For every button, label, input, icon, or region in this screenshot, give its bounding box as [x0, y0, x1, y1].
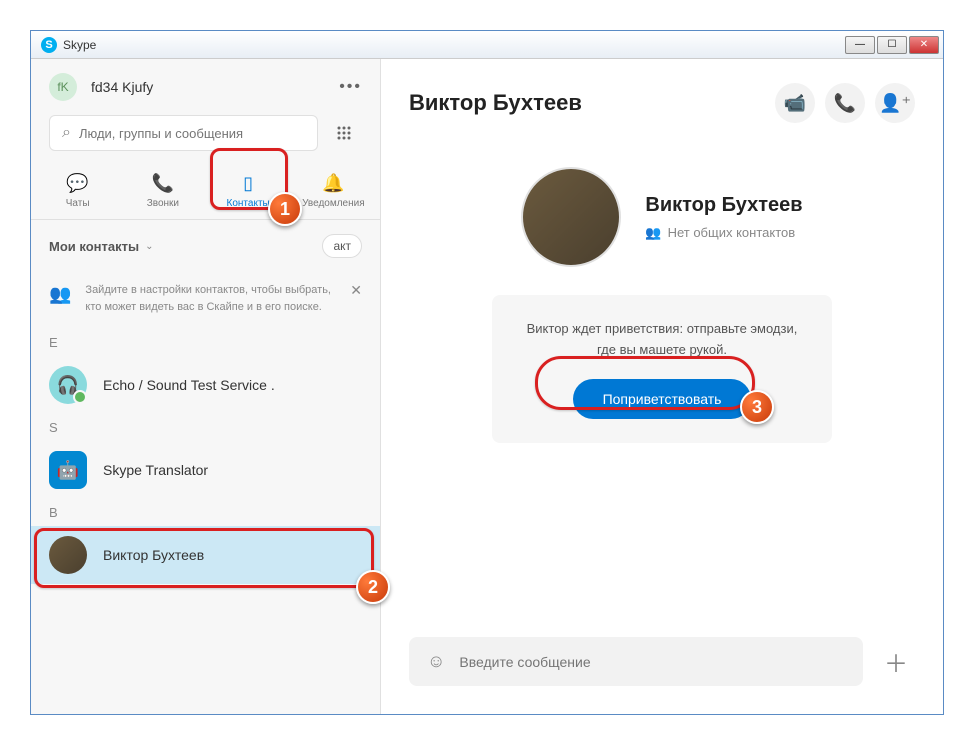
titlebar: S Skype — ☐ ✕	[31, 31, 943, 59]
new-contact-button[interactable]: акт	[322, 234, 362, 258]
bell-icon: 🔔	[295, 173, 372, 194]
tab-notifications[interactable]: 🔔 Уведомления	[291, 163, 376, 219]
dialpad-icon	[336, 125, 352, 141]
profile-row: fK fd34 Kjufy •••	[31, 59, 380, 115]
chevron-down-icon[interactable]: ⌄	[145, 241, 153, 252]
app-window: S Skype — ☐ ✕ fK fd34 Kjufy ••• ⌕	[30, 30, 944, 715]
close-button[interactable]: ✕	[909, 36, 939, 54]
tip-box: 👥 Зайдите в настройки контактов, чтобы в…	[31, 272, 380, 329]
annotation-marker-3: 3	[740, 390, 774, 424]
viktor-avatar	[49, 536, 87, 574]
contacts-icon: ▯	[210, 173, 287, 194]
composer: ☺ ＋	[381, 617, 943, 714]
dialpad-button[interactable]	[326, 115, 362, 151]
add-person-button[interactable]: 👤⁺	[875, 83, 915, 123]
compose-box[interactable]: ☺	[409, 637, 863, 686]
main-panel: Виктор Бухтеев 📹 📞 👤⁺ Виктор Бухтеев 👥 Н…	[381, 59, 943, 714]
tabs: 💬 Чаты 📞 Звонки ▯ Контакты 🔔 Уведомления	[31, 163, 380, 220]
window-title: Skype	[63, 38, 96, 52]
contact-echo[interactable]: 🎧 Echo / Sound Test Service .	[31, 356, 380, 414]
translator-avatar: 🤖	[49, 451, 87, 489]
sidebar: fK fd34 Kjufy ••• ⌕ 💬 Чаты	[31, 59, 381, 714]
plus-icon: ＋	[884, 644, 908, 679]
letter-header-s: S	[31, 414, 380, 441]
minimize-button[interactable]: —	[845, 36, 875, 54]
greet-button[interactable]: Поприветствовать	[573, 379, 752, 419]
add-attachment-button[interactable]: ＋	[877, 643, 915, 681]
greeting-text: Виктор ждет приветствия: отправьте эмодз…	[520, 319, 804, 361]
section-title: Мои контакты	[49, 239, 139, 254]
echo-avatar: 🎧	[49, 366, 87, 404]
annotation-marker-1: 1	[268, 192, 302, 226]
people-icon: 👥	[49, 284, 71, 305]
chat-title: Виктор Бухтеев	[409, 90, 582, 116]
profile-name: Виктор Бухтеев	[645, 194, 802, 217]
audio-call-button[interactable]: 📞	[825, 83, 865, 123]
contact-translator[interactable]: 🤖 Skype Translator	[31, 441, 380, 499]
video-icon: 📹	[784, 93, 806, 114]
video-call-button[interactable]: 📹	[775, 83, 815, 123]
emoji-button[interactable]: ☺	[427, 651, 445, 672]
annotation-marker-2: 2	[356, 570, 390, 604]
user-name: fd34 Kjufy	[91, 79, 153, 95]
letter-header-e: E	[31, 329, 380, 356]
contact-name: Виктор Бухтеев	[103, 547, 204, 563]
message-input[interactable]	[459, 654, 845, 670]
chat-icon: 💬	[39, 173, 116, 194]
skype-icon: S	[41, 37, 57, 53]
phone-icon: 📞	[124, 173, 201, 194]
people-icon: 👥	[645, 225, 661, 241]
search-icon: ⌕	[62, 124, 71, 142]
phone-icon: 📞	[834, 93, 856, 114]
profile-avatar[interactable]	[521, 167, 621, 267]
tip-close-button[interactable]: ✕	[350, 282, 362, 299]
contact-name: Echo / Sound Test Service .	[103, 377, 275, 393]
profile-card: Виктор Бухтеев 👥 Нет общих контактов	[381, 167, 943, 267]
contact-viktor[interactable]: Виктор Бухтеев	[31, 526, 380, 584]
contact-name: Skype Translator	[103, 462, 208, 478]
tab-calls[interactable]: 📞 Звонки	[120, 163, 205, 219]
letter-header-v: В	[31, 499, 380, 526]
user-avatar[interactable]: fK	[49, 73, 77, 101]
chat-header: Виктор Бухтеев 📹 📞 👤⁺	[381, 59, 943, 147]
search-box[interactable]: ⌕	[49, 115, 318, 151]
maximize-button[interactable]: ☐	[877, 36, 907, 54]
tab-chats[interactable]: 💬 Чаты	[35, 163, 120, 219]
profile-sub: 👥 Нет общих контактов	[645, 225, 802, 241]
greeting-card: Виктор ждет приветствия: отправьте эмодз…	[492, 295, 832, 443]
add-person-icon: 👤⁺	[879, 93, 911, 114]
tip-text: Зайдите в настройки контактов, чтобы выб…	[85, 282, 340, 315]
search-input[interactable]	[79, 126, 305, 141]
more-button[interactable]: •••	[339, 78, 362, 96]
